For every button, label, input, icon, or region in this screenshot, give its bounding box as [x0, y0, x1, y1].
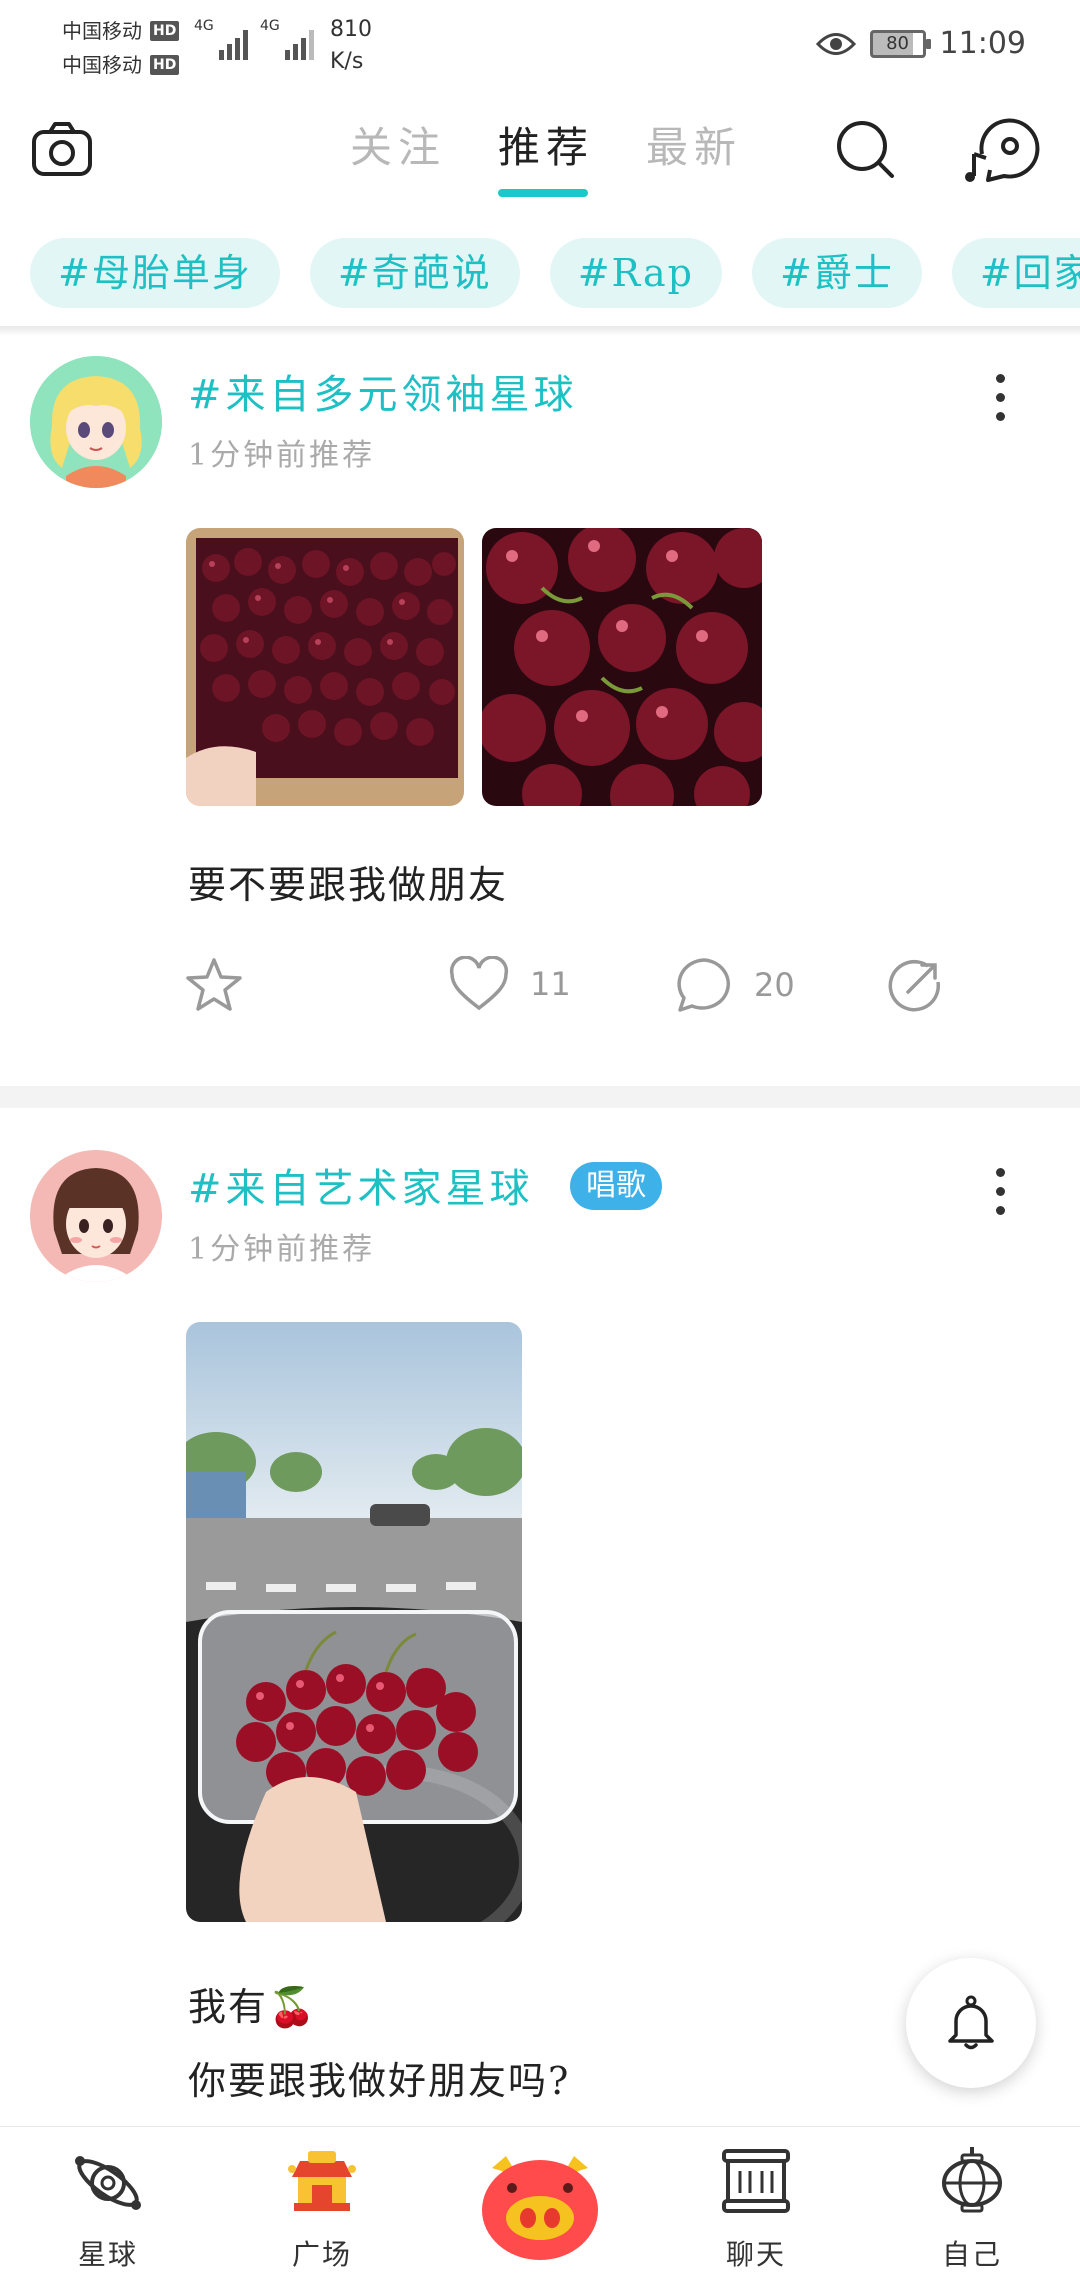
like-button[interactable]: 11 — [448, 956, 571, 1012]
share-button[interactable] — [886, 956, 944, 1014]
cherries-box-photo — [186, 528, 464, 806]
nav-item-chat[interactable]: 聊天 — [696, 2145, 816, 2273]
post-planet-title[interactable]: #来自多元领袖星球 — [188, 362, 578, 420]
post-actions: 11 20 — [0, 956, 1080, 1026]
post-planet-title[interactable]: #来自艺术家星球 — [188, 1156, 534, 1214]
square-plaza-icon — [288, 2151, 356, 2211]
hashtag-chip[interactable]: #母胎单身 — [30, 238, 280, 308]
post-text: 要不要跟我做朋友 — [188, 863, 509, 907]
hashtag-chip[interactable]: #爵士 — [752, 238, 922, 308]
speed-value: 810 — [330, 17, 372, 42]
nav-item-square[interactable]: 广场 — [262, 2145, 382, 2273]
network-speed: 810 K/s — [330, 14, 372, 78]
status-right: 80 11:09 — [815, 26, 1026, 61]
avatar[interactable] — [30, 1150, 162, 1282]
post-separator — [0, 1086, 1080, 1108]
search-icon[interactable] — [832, 116, 898, 182]
nav-label: 自己 — [941, 2238, 1002, 2271]
nav-label: 星球 — [77, 2238, 138, 2271]
comment-icon — [677, 958, 730, 1012]
notification-fab[interactable] — [906, 1958, 1036, 2088]
clock: 11:09 — [939, 26, 1026, 61]
tab-latest[interactable]: 最新 — [646, 114, 742, 175]
pig-center-button-icon[interactable] — [478, 2148, 602, 2264]
more-options-icon[interactable] — [990, 374, 1010, 430]
comment-button[interactable]: 20 — [674, 956, 795, 1014]
post-card: #来自多元领袖星球 1分钟前推荐 要不要跟我做朋友 11 20 — [0, 336, 1080, 1080]
network-type-1: 4G — [194, 18, 214, 34]
planet-icon — [75, 2156, 141, 2210]
network-type-2: 4G — [260, 18, 280, 34]
post-card: #来自艺术家星球 唱歌 1分钟前推荐 我有🍒 你要跟我做好朋友吗? — [0, 1108, 1080, 2128]
signal-icon-2: 4G — [260, 18, 314, 60]
bell-icon — [948, 1995, 994, 2050]
heart-icon — [449, 956, 509, 1011]
tab-following[interactable]: 关注 — [350, 114, 446, 175]
hashtag-chip[interactable]: #Rap — [549, 238, 722, 308]
hashtag-chip[interactable]: #回家 — [951, 238, 1080, 308]
like-count: 11 — [530, 965, 571, 1003]
star-icon — [186, 958, 242, 1011]
cherries-closeup-photo — [482, 528, 762, 806]
lantern-icon — [942, 2147, 1002, 2213]
nav-item-me[interactable]: 自己 — [912, 2145, 1032, 2273]
speed-unit: K/s — [330, 49, 364, 74]
camera-icon[interactable] — [30, 118, 94, 182]
post-time: 1分钟前推荐 — [188, 438, 376, 473]
post-text: 我有🍒 你要跟我做好朋友吗? — [188, 1970, 570, 2118]
header-divider — [0, 326, 1080, 336]
carrier-1: 中国移动 — [62, 19, 142, 43]
comment-count: 20 — [754, 966, 795, 1004]
hashtag-chip[interactable]: #奇葩说 — [309, 238, 520, 308]
carrier-info: 中国移动 HD 中国移动 HD — [62, 14, 180, 82]
cherries-in-car-photo — [186, 1322, 522, 1922]
nav-label: 广场 — [291, 2238, 352, 2271]
hd-badge-2: HD — [150, 55, 180, 75]
post-time: 1分钟前推荐 — [188, 1232, 376, 1267]
hd-badge-1: HD — [150, 21, 180, 41]
post-photo[interactable] — [186, 1322, 522, 1922]
carrier-2: 中国移动 — [62, 53, 142, 77]
avatar-girl-brown-hair-icon — [30, 1150, 162, 1282]
status-bar: 中国移动 HD 中国移动 HD 4G 4G 810 K/s 80 11:09 — [0, 0, 1080, 90]
post-photo[interactable] — [482, 528, 762, 806]
tab-recommended[interactable]: 推荐 — [498, 114, 594, 197]
music-chat-icon[interactable] — [964, 114, 1042, 184]
more-options-icon[interactable] — [990, 1168, 1010, 1224]
nav-item-planet[interactable]: 星球 — [48, 2145, 168, 2273]
post-text-line: 我有🍒 — [188, 1985, 318, 2029]
nav-label: 聊天 — [725, 2238, 786, 2271]
chat-scroll-icon — [722, 2149, 790, 2213]
top-nav: 关注 推荐 最新 — [0, 100, 1080, 210]
favorite-button[interactable] — [184, 956, 244, 1014]
hashtag-bar: #母胎单身 #奇葩说 #Rap #爵士 #回家 — [0, 238, 1080, 318]
post-photo[interactable] — [186, 528, 464, 806]
post-text-line: 你要跟我做好朋友吗? — [188, 2059, 571, 2103]
avatar[interactable] — [30, 356, 162, 488]
category-badge[interactable]: 唱歌 — [570, 1162, 662, 1210]
eye-icon — [815, 32, 856, 55]
share-icon — [888, 959, 941, 1012]
battery-icon: 80 — [869, 29, 931, 58]
avatar-girl-blonde-icon — [30, 356, 162, 488]
feed-tabs: 关注 推荐 最新 — [350, 114, 742, 197]
signal-icon-1: 4G — [194, 18, 248, 60]
